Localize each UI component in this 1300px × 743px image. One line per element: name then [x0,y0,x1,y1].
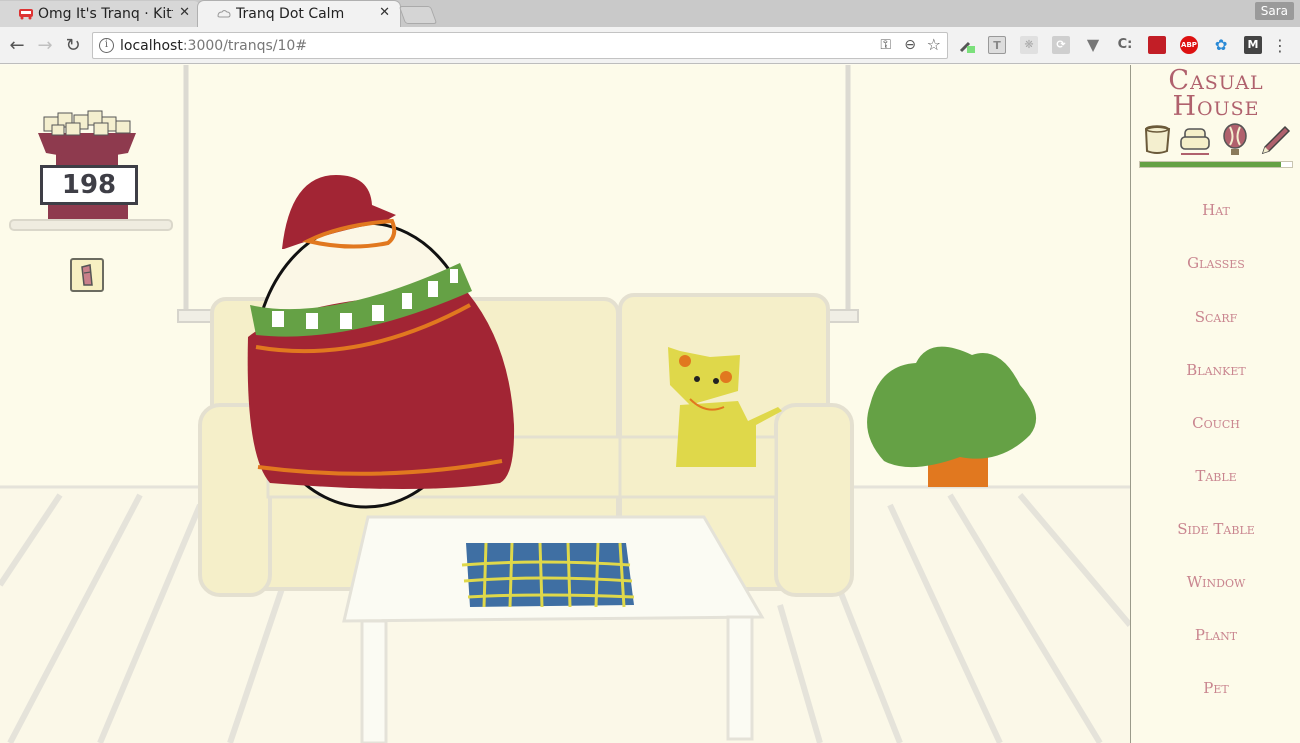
c-icon[interactable]: C: [1116,36,1134,54]
item-pet[interactable]: Pet [1131,679,1300,697]
v-icon[interactable]: ▼ [1084,36,1102,54]
marshmallow-counter: 198 [40,165,138,205]
star-icon[interactable]: ☆ [927,35,941,54]
tranq-character[interactable] [247,175,515,509]
item-table[interactable]: Table [1131,467,1300,485]
blue-ext-icon[interactable]: ✿ [1212,36,1230,54]
close-tab-icon[interactable]: ✕ [179,5,190,20]
gear-ext-icon[interactable]: ❋ [1020,36,1038,54]
room-title: Casual House [1131,67,1300,122]
url-host: localhost [120,38,183,54]
back-arrow-icon[interactable]: ← [6,35,28,57]
door-icon [81,264,93,286]
blanket[interactable] [461,542,635,608]
item-side-table[interactable]: Side Table [1131,520,1300,538]
sync-icon[interactable]: ⟳ [1052,36,1070,54]
reload-icon[interactable]: ↻ [62,35,84,57]
url-path: :3000/tranqs/10# [182,38,308,54]
kebab-menu-icon[interactable]: ⋮ [1272,36,1288,55]
browser-tab-active[interactable]: Tranq Dot Calm ︎︎︎ ✕ [198,1,400,27]
bus-favicon-icon [19,9,33,20]
info-icon[interactable]: i [99,38,114,53]
item-plant[interactable]: Plant [1131,626,1300,644]
pencil-icon[interactable] [1259,123,1291,157]
tab-strip: Omg It's Tranq · Kitt ✕ Tranq Dot Calm ︎… [0,0,1300,27]
text-icon[interactable]: T [988,36,1006,54]
url-text: localhost:3000/tranqs/10# [120,38,307,54]
zoom-icon[interactable]: ⊖ [904,37,916,53]
browser-toolbar: ← → ↻ i localhost:3000/tranqs/10# ⚿ ⊖ ☆ … [0,27,1300,64]
room-title-line2: House [1172,91,1260,122]
item-hat[interactable]: Hat [1131,201,1300,219]
cloud-favicon-icon [217,10,231,18]
address-bar[interactable]: i localhost:3000/tranqs/10# ⚿ ⊖ ☆ [92,32,948,59]
item-window[interactable]: Window [1131,573,1300,591]
balloon-icon[interactable] [1219,123,1251,157]
item-sidebar: Casual House Hat Glasses Scarf Blanket C… [1130,65,1300,743]
progress-bar [1139,161,1293,168]
progress-fill [1140,162,1282,167]
item-blanket[interactable]: Blanket [1131,361,1300,379]
abp-icon[interactable]: ABP [1180,36,1198,54]
item-glasses[interactable]: Glasses [1131,254,1300,272]
tab-title: Omg It's Tranq · Kitt [38,6,173,22]
armchair-icon[interactable] [1179,123,1211,157]
item-scarf[interactable]: Scarf [1131,308,1300,326]
new-tab-button[interactable] [398,6,438,24]
tab-title: Tranq Dot Calm ︎︎︎ [236,6,349,22]
close-tab-icon[interactable]: ✕ [379,5,390,20]
m-icon[interactable]: M [1244,36,1262,54]
eyedropper-icon[interactable] [958,36,976,54]
marshmallow-icon[interactable] [1141,123,1173,157]
item-couch[interactable]: Couch [1131,414,1300,432]
shelf [9,219,173,231]
room-illustration [0,65,1130,743]
forward-arrow-icon[interactable]: → [34,35,56,57]
room-scene: 198 [0,65,1130,743]
profile-button[interactable]: Sara [1254,2,1294,20]
toggle-button[interactable] [70,258,104,292]
book-icon[interactable] [1148,36,1166,54]
browser-tab[interactable]: Omg It's Tranq · Kitt ✕ [0,1,200,27]
key-icon[interactable]: ⚿ [880,37,891,53]
plant[interactable] [867,346,1037,487]
